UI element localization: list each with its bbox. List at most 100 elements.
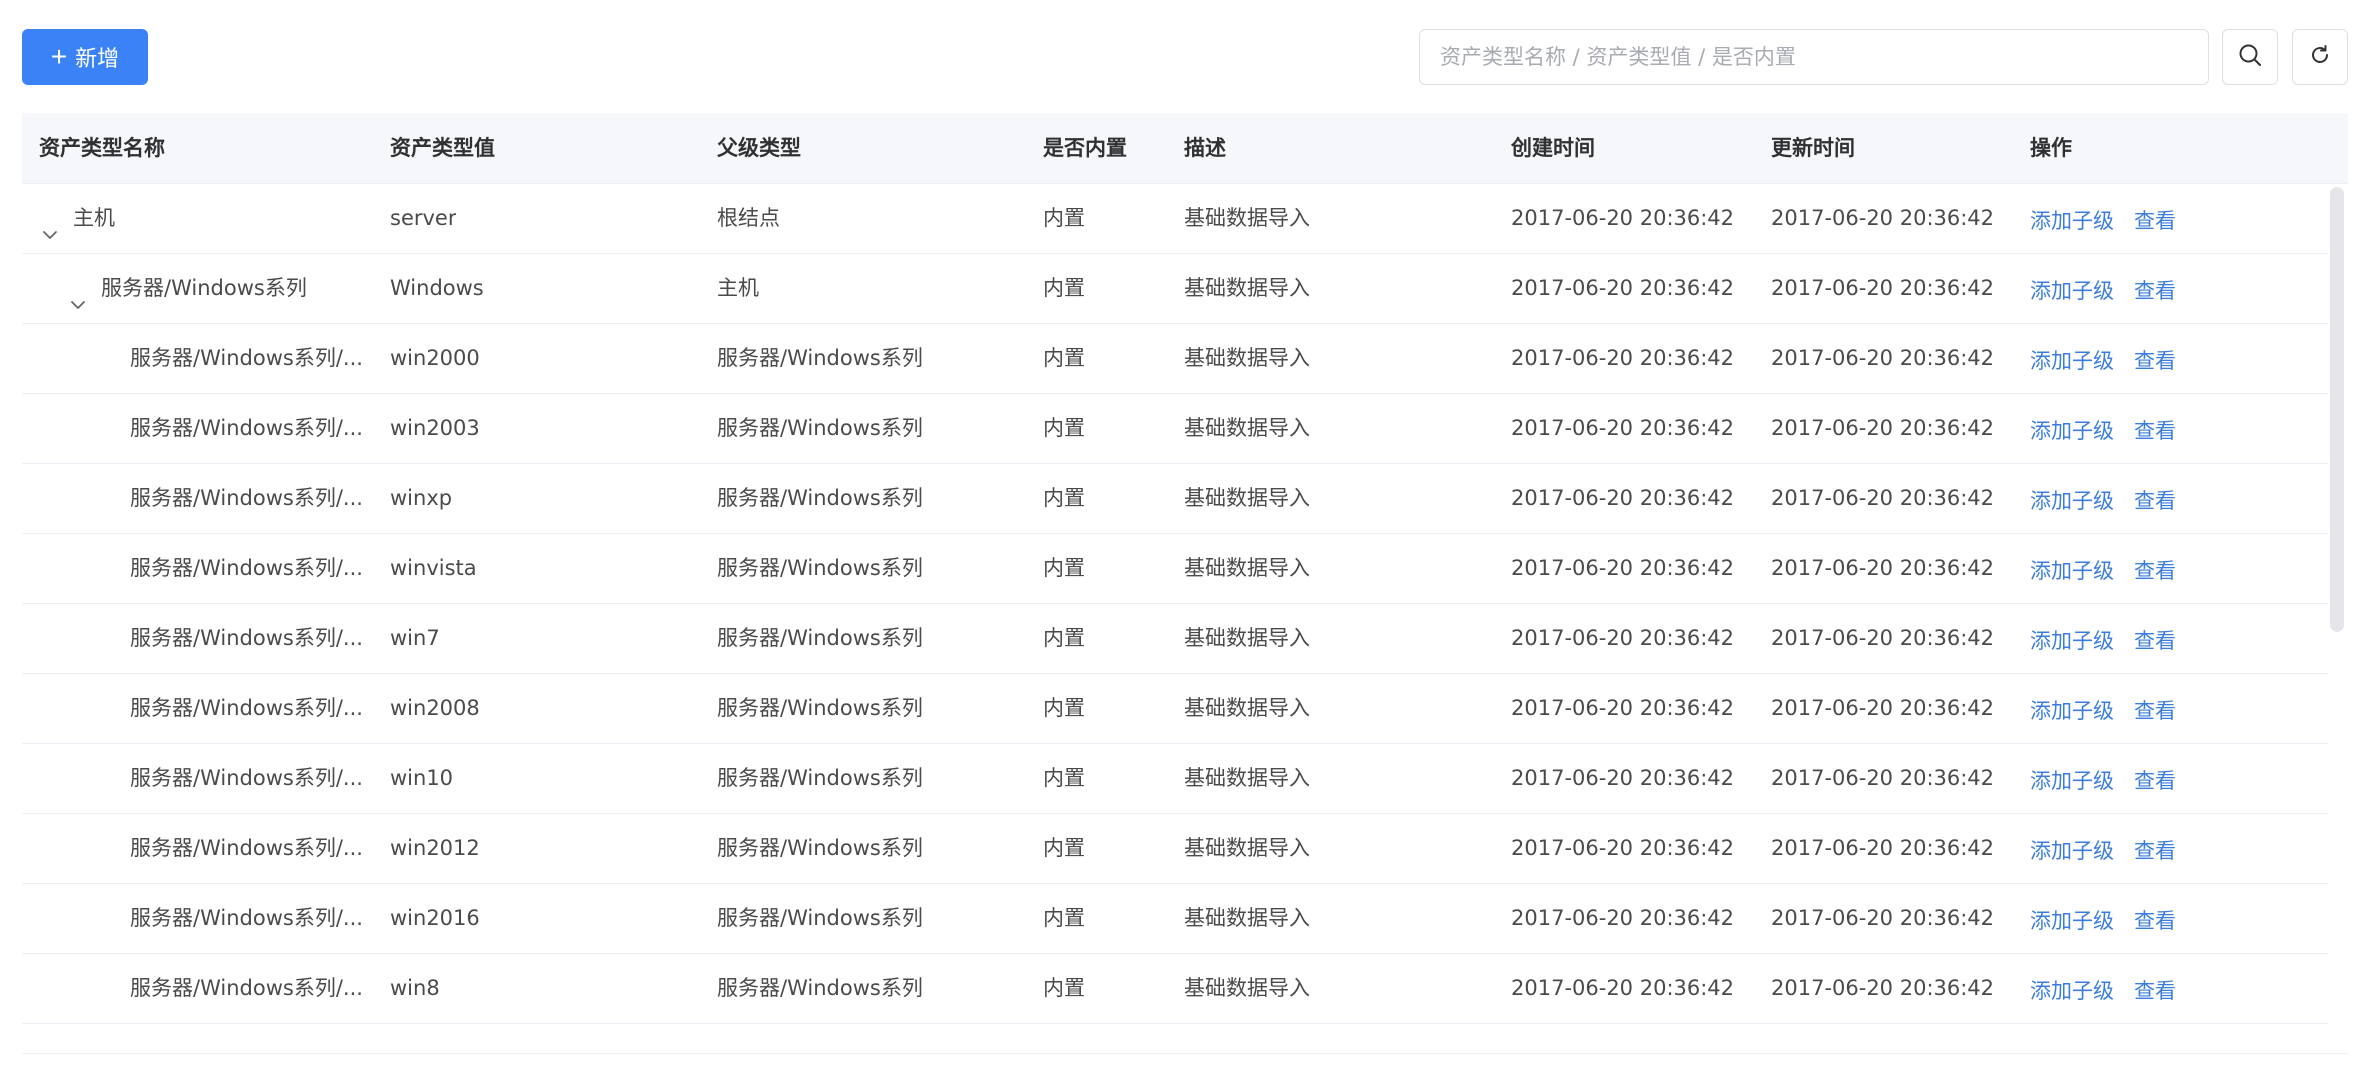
table-row[interactable]: 服务器/Windows系列/... win2016 服务器/Windows系列 内置 基…: [22, 884, 2328, 954]
view-link[interactable]: 查看: [2134, 279, 2176, 303]
view-link[interactable]: 查看: [2134, 209, 2176, 233]
cell-value: win2016: [390, 906, 480, 930]
add-child-link[interactable]: 添加子级: [2030, 559, 2114, 583]
column-header-updated: 更新时间: [1771, 136, 1855, 160]
add-child-link[interactable]: 添加子级: [2030, 699, 2114, 723]
add-child-link[interactable]: 添加子级: [2030, 419, 2114, 443]
cell-name: 服务器/Windows系列/...: [130, 954, 367, 1023]
table-row[interactable]: 服务器/Windows系列/... winvista 服务器/Windows系列 内置…: [22, 534, 2328, 604]
cell-actions: 添加子级 查看: [2030, 324, 2196, 393]
cell-parent: 主机: [717, 276, 759, 300]
cell-builtin: 内置: [1043, 766, 1085, 790]
view-link[interactable]: 查看: [2134, 909, 2176, 933]
table-row[interactable]: 服务器/Windows系列/... win2008 服务器/Windows系列 内置 基…: [22, 674, 2328, 744]
add-child-link[interactable]: 添加子级: [2030, 209, 2114, 233]
cell-actions: 添加子级 查看: [2030, 394, 2196, 463]
cell-parent: 服务器/Windows系列: [717, 626, 923, 650]
cell-name: 主机: [39, 184, 367, 253]
cell-value: win2008: [390, 696, 480, 720]
cell-description: 基础数据导入: [1184, 276, 1310, 300]
view-link[interactable]: 查看: [2134, 699, 2176, 723]
cell-actions: 添加子级 查看: [2030, 884, 2196, 953]
column-header-name: 资产类型名称: [39, 136, 165, 160]
view-link[interactable]: 查看: [2134, 629, 2176, 653]
table-row[interactable]: 服务器/Windows系列/... win2012 服务器/Windows系列 内置 基…: [22, 814, 2328, 884]
cell-name: 服务器/Windows系列/...: [130, 534, 367, 603]
cell-builtin: 内置: [1043, 556, 1085, 580]
column-header-description: 描述: [1184, 136, 1226, 160]
cell-name: 服务器/Windows系列/...: [130, 744, 367, 813]
table-row[interactable]: 服务器/Windows系列/... win10 服务器/Windows系列 内置 基础数…: [22, 744, 2328, 814]
refresh-icon: [2308, 43, 2332, 71]
table-row[interactable]: 服务器/Windows系列 Windows 主机 内置 基础数据导入 2017-06-20…: [22, 254, 2328, 324]
table-row[interactable]: 服务器/Windows系列/... win7 服务器/Windows系列 内置 基础数据…: [22, 604, 2328, 674]
cell-parent: 服务器/Windows系列: [717, 346, 923, 370]
cell-builtin: 内置: [1043, 346, 1085, 370]
cell-builtin: 内置: [1043, 206, 1085, 230]
add-button[interactable]: + 新增: [22, 29, 148, 85]
search-input[interactable]: [1419, 29, 2209, 85]
add-child-link[interactable]: 添加子级: [2030, 769, 2114, 793]
cell-parent: 服务器/Windows系列: [717, 556, 923, 580]
cell-description: 基础数据导入: [1184, 556, 1310, 580]
cell-name-text: 服务器/Windows系列/...: [130, 906, 363, 930]
cell-updated: 2017-06-20 20:36:42: [1771, 976, 1995, 1000]
column-header-parent: 父级类型: [717, 136, 801, 160]
cell-actions: 添加子级 查看: [2030, 464, 2196, 533]
cell-name: 服务器/Windows系列/...: [130, 324, 367, 393]
cell-value: Windows: [390, 276, 484, 300]
cell-updated: 2017-06-20 20:36:42: [1771, 906, 1995, 930]
cell-created: 2017-06-20 20:36:42: [1511, 976, 1735, 1000]
table-row[interactable]: 服务器/Windows系列/... win8 服务器/Windows系列 内置 基础数据…: [22, 954, 2328, 1024]
add-child-link[interactable]: 添加子级: [2030, 489, 2114, 513]
search-button[interactable]: [2222, 29, 2278, 85]
table-row[interactable]: 服务器/Windows系列/... winxp 服务器/Windows系列 内置 基础数…: [22, 464, 2328, 534]
cell-builtin: 内置: [1043, 976, 1085, 1000]
cell-actions: 添加子级 查看: [2030, 604, 2196, 673]
chevron-down-icon[interactable]: [67, 275, 89, 309]
view-link[interactable]: 查看: [2134, 419, 2176, 443]
cell-created: 2017-06-20 20:36:42: [1511, 836, 1735, 860]
cell-name-text: 服务器/Windows系列/...: [130, 416, 363, 440]
refresh-button[interactable]: [2292, 29, 2348, 85]
cell-updated: 2017-06-20 20:36:42: [1771, 766, 1995, 790]
cell-created: 2017-06-20 20:36:42: [1511, 906, 1735, 930]
cell-actions: 添加子级 查看: [2030, 534, 2196, 603]
column-header-builtin: 是否内置: [1043, 136, 1127, 160]
add-child-link[interactable]: 添加子级: [2030, 839, 2114, 863]
chevron-down-icon[interactable]: [39, 205, 61, 239]
cell-description: 基础数据导入: [1184, 906, 1310, 930]
cell-name-text: 服务器/Windows系列/...: [130, 766, 363, 790]
cell-value: win7: [390, 626, 440, 650]
add-button-label: 新增: [75, 46, 120, 71]
view-link[interactable]: 查看: [2134, 979, 2176, 1003]
view-link[interactable]: 查看: [2134, 489, 2176, 513]
cell-parent: 服务器/Windows系列: [717, 836, 923, 860]
search-icon: [2237, 42, 2263, 72]
cell-value: win10: [390, 766, 454, 790]
cell-name-text: 服务器/Windows系列/...: [130, 836, 363, 860]
add-child-link[interactable]: 添加子级: [2030, 629, 2114, 653]
cell-parent: 服务器/Windows系列: [717, 906, 923, 930]
add-child-link[interactable]: 添加子级: [2030, 279, 2114, 303]
view-link[interactable]: 查看: [2134, 769, 2176, 793]
cell-created: 2017-06-20 20:36:42: [1511, 416, 1735, 440]
table-row[interactable]: 服务器/Windows系列/... win2003 服务器/Windows系列 内置 基…: [22, 394, 2328, 464]
table-row[interactable]: 主机 server 根结点 内置 基础数据导入 2017-06-20 20:36:42 20…: [22, 184, 2328, 254]
cell-name-text: 服务器/Windows系列: [101, 276, 307, 300]
vertical-scrollbar[interactable]: [2330, 187, 2344, 632]
table-row[interactable]: 服务器/Windows系列/... win2000 服务器/Windows系列 内置 基…: [22, 324, 2328, 394]
add-child-link[interactable]: 添加子级: [2030, 979, 2114, 1003]
cell-description: 基础数据导入: [1184, 836, 1310, 860]
view-link[interactable]: 查看: [2134, 559, 2176, 583]
view-link[interactable]: 查看: [2134, 839, 2176, 863]
cell-updated: 2017-06-20 20:36:42: [1771, 486, 1995, 510]
cell-created: 2017-06-20 20:36:42: [1511, 206, 1735, 230]
add-child-link[interactable]: 添加子级: [2030, 909, 2114, 933]
asset-type-table: 资产类型名称 资产类型值 父级类型 是否内置 描述 创建时间 更新时间 操作 主…: [22, 113, 2348, 1054]
cell-created: 2017-06-20 20:36:42: [1511, 626, 1735, 650]
view-link[interactable]: 查看: [2134, 349, 2176, 373]
cell-name-text: 服务器/Windows系列/...: [130, 556, 363, 580]
add-child-link[interactable]: 添加子级: [2030, 349, 2114, 373]
table-header: 资产类型名称 资产类型值 父级类型 是否内置 描述 创建时间 更新时间 操作: [22, 113, 2348, 184]
